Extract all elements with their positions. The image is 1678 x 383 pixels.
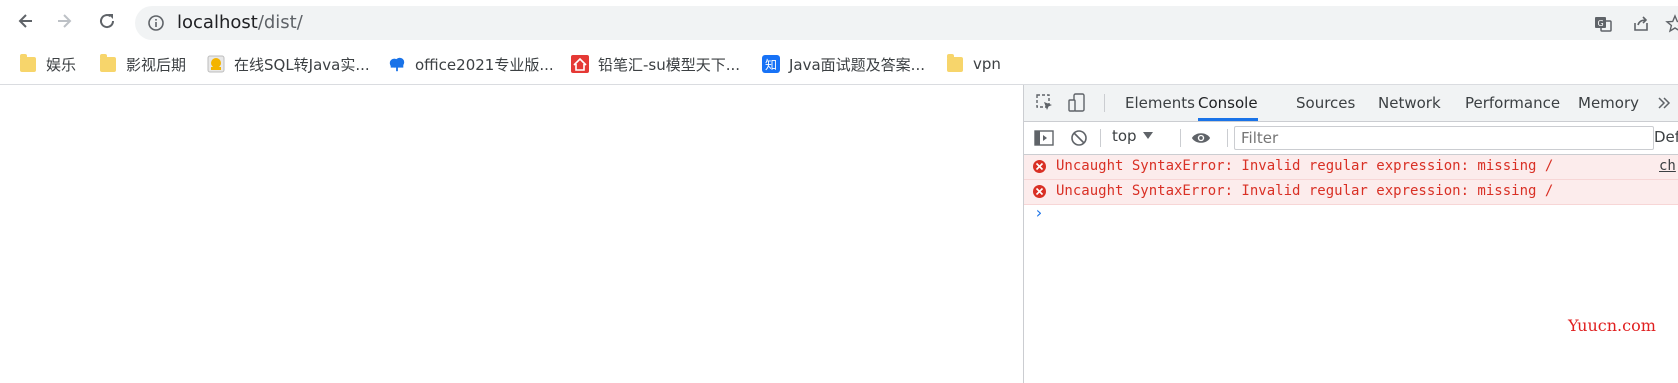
reload-icon bbox=[100, 14, 115, 29]
more-tabs-icon[interactable] bbox=[1654, 93, 1674, 113]
devtools-tab-bar: Elements Console Sources Network Perform… bbox=[1024, 85, 1678, 122]
folder-icon bbox=[19, 53, 37, 73]
tab-memory[interactable]: Memory bbox=[1578, 85, 1639, 121]
bookmark-label: 在线SQL转Java实... bbox=[234, 55, 370, 74]
tab-performance[interactable]: Performance bbox=[1465, 85, 1560, 121]
back-button[interactable] bbox=[12, 7, 40, 35]
watermark: Yuucn.com bbox=[1568, 316, 1656, 335]
error-source-link[interactable]: ch bbox=[1659, 158, 1676, 174]
device-toolbar-icon[interactable] bbox=[1067, 93, 1087, 113]
toolbar-divider bbox=[1227, 129, 1228, 147]
clear-console-icon[interactable] bbox=[1069, 128, 1089, 148]
sql-site-icon bbox=[207, 55, 225, 73]
toolbar-divider bbox=[1100, 129, 1101, 147]
toolbar-divider bbox=[1104, 94, 1105, 112]
zhihu-icon: 知 bbox=[762, 55, 780, 73]
tab-elements[interactable]: Elements bbox=[1125, 85, 1195, 121]
error-icon bbox=[1033, 160, 1046, 173]
arrow-right-icon bbox=[58, 14, 72, 28]
error-icon bbox=[1033, 185, 1046, 198]
console-error-message[interactable]: Uncaught SyntaxError: Invalid regular ex… bbox=[1024, 155, 1678, 180]
share-icon[interactable] bbox=[1631, 14, 1651, 34]
sidebar-toggle-icon[interactable] bbox=[1034, 128, 1054, 148]
browser-toolbar: localhost/dist/ G bbox=[0, 0, 1678, 44]
bookmark-label: office2021专业版... bbox=[415, 55, 554, 74]
info-icon[interactable] bbox=[147, 14, 165, 32]
forward-button[interactable] bbox=[50, 7, 78, 35]
bookmark-label: 娱乐 bbox=[46, 55, 77, 74]
tab-sources[interactable]: Sources bbox=[1296, 85, 1355, 121]
folder-icon bbox=[946, 53, 964, 73]
bookmark-item[interactable]: vpn bbox=[946, 52, 1001, 76]
star-icon[interactable] bbox=[1665, 14, 1678, 34]
folder-icon bbox=[99, 53, 117, 73]
bookmark-label: 铅笔汇-su模型天下... bbox=[598, 55, 741, 74]
bookmark-item[interactable]: 知 Java面试题及答案... bbox=[762, 52, 925, 76]
inspect-element-icon[interactable] bbox=[1035, 93, 1055, 113]
live-expression-eye-icon[interactable] bbox=[1191, 128, 1211, 148]
console-error-message[interactable]: Uncaught SyntaxError: Invalid regular ex… bbox=[1024, 180, 1678, 205]
url-path: /dist/ bbox=[257, 12, 303, 33]
toolbar-divider bbox=[1180, 129, 1181, 147]
cloud-icon bbox=[388, 55, 406, 73]
page-viewport[interactable] bbox=[0, 85, 1023, 383]
context-selector[interactable]: top bbox=[1112, 127, 1153, 145]
bookmark-item[interactable]: 铅笔汇-su模型天下... bbox=[571, 52, 740, 76]
arrow-left-icon bbox=[18, 14, 32, 28]
error-text: Uncaught SyntaxError: Invalid regular ex… bbox=[1056, 158, 1554, 174]
log-levels-dropdown[interactable]: Def bbox=[1654, 128, 1678, 146]
context-label: top bbox=[1112, 127, 1137, 145]
devtools-panel: Elements Console Sources Network Perform… bbox=[1023, 85, 1678, 383]
url-host: localhost bbox=[177, 12, 258, 33]
bookmark-item[interactable]: 在线SQL转Java实... bbox=[207, 52, 370, 76]
console-toolbar: top Def bbox=[1024, 122, 1678, 155]
reload-button[interactable] bbox=[93, 7, 121, 35]
console-prompt[interactable]: › bbox=[1034, 203, 1044, 222]
tab-network[interactable]: Network bbox=[1378, 85, 1441, 121]
bookmark-item[interactable]: 娱乐 bbox=[19, 52, 76, 76]
address-bar[interactable]: localhost/dist/ G bbox=[135, 6, 1678, 40]
translate-icon[interactable]: G bbox=[1593, 14, 1613, 34]
dropdown-triangle-icon bbox=[1142, 132, 1153, 139]
house-icon bbox=[571, 55, 589, 73]
svg-text:G: G bbox=[1598, 19, 1604, 28]
filter-input[interactable] bbox=[1234, 126, 1654, 150]
bookmark-label: 影视后期 bbox=[126, 55, 187, 74]
bookmark-item[interactable]: office2021专业版... bbox=[388, 52, 554, 76]
bookmark-item[interactable]: 影视后期 bbox=[99, 52, 186, 76]
bookmark-label: vpn bbox=[973, 55, 1001, 73]
url-text[interactable]: localhost/dist/ bbox=[177, 12, 303, 33]
error-text: Uncaught SyntaxError: Invalid regular ex… bbox=[1056, 183, 1554, 199]
tab-console[interactable]: Console bbox=[1198, 85, 1258, 121]
bookmark-label: Java面试题及答案... bbox=[789, 55, 925, 74]
bookmarks-bar: 娱乐 影视后期 在线SQL转Java实... office2021专业版... … bbox=[0, 44, 1678, 85]
